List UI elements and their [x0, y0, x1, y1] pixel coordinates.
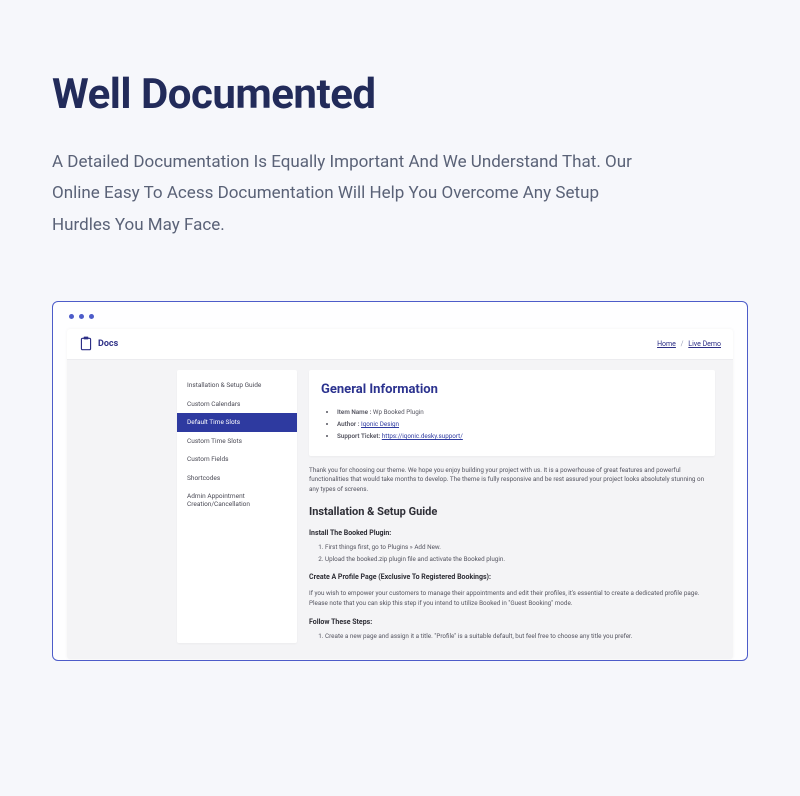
- sidebar-item-installation-setup[interactable]: Installation & Setup Guide: [177, 376, 297, 394]
- step-item: First things first, go to Plugins » Add …: [325, 543, 715, 553]
- docs-body: Installation & Setup Guide Custom Calend…: [67, 360, 733, 643]
- docs-brand-label: Docs: [98, 339, 118, 349]
- meta-value: Wp Booked Plugin: [373, 408, 424, 416]
- install-heading: Installation & Setup Guide: [309, 503, 715, 520]
- sidebar-item-label: Custom Time Slots: [187, 437, 242, 445]
- sidebar-item-label: Admin Appointment Creation/Cancellation: [187, 492, 250, 508]
- hero-title: Well Documented: [52, 70, 748, 119]
- install-subhead-1: Install The Booked Plugin:: [309, 528, 715, 539]
- intro-paragraph: Thank you for choosing our theme. We hop…: [309, 466, 715, 495]
- sidebar-item-label: Custom Calendars: [187, 400, 240, 408]
- install-steps-3: Create a new page and assign it a title.…: [325, 632, 715, 642]
- window-dot-icon: [79, 314, 84, 319]
- sidebar-item-label: Default Time Slots: [187, 418, 240, 426]
- sidebar-item-default-time-slots[interactable]: Default Time Slots: [177, 413, 297, 431]
- meta-label: Support Ticket:: [337, 432, 380, 440]
- sidebar-item-custom-fields[interactable]: Custom Fields: [177, 450, 297, 468]
- meta-item-name: Item Name : Wp Booked Plugin: [337, 408, 703, 418]
- sidebar-item-shortcodes[interactable]: Shortcodes: [177, 469, 297, 487]
- meta-author: Author : Iqonic Design: [337, 420, 703, 430]
- support-link[interactable]: https://iqonic.desky.support/: [382, 432, 463, 440]
- hero-subtitle: A Detailed Documentation Is Equally Impo…: [52, 147, 652, 241]
- docs-brand[interactable]: Docs: [79, 336, 118, 352]
- general-info-meta-list: Item Name : Wp Booked Plugin Author : Iq…: [337, 408, 703, 441]
- sidebar-item-admin-appointment[interactable]: Admin Appointment Creation/Cancellation: [177, 487, 297, 513]
- live-demo-link[interactable]: Live Demo: [688, 340, 721, 348]
- install-para-2: If you wish to empower your customers to…: [309, 589, 715, 609]
- docs-top-links: Home / Live Demo: [657, 340, 721, 348]
- step-item: Upload the booked.zip plugin file and ac…: [325, 555, 715, 565]
- meta-support: Support Ticket: https://iqonic.desky.sup…: [337, 432, 703, 442]
- docs-window: Docs Home / Live Demo Installation & Set…: [67, 329, 733, 659]
- sidebar-item-label: Installation & Setup Guide: [187, 381, 261, 389]
- link-separator: /: [681, 340, 684, 348]
- install-subhead-2: Create A Profile Page (Exclusive To Regi…: [309, 572, 715, 583]
- browser-frame: Docs Home / Live Demo Installation & Set…: [52, 301, 748, 661]
- home-link[interactable]: Home: [657, 340, 676, 348]
- docs-content: General Information Item Name : Wp Booke…: [309, 370, 715, 643]
- step-item: Create a new page and assign it a title.…: [325, 632, 715, 642]
- window-dots: [53, 302, 747, 329]
- sidebar-item-custom-calendars[interactable]: Custom Calendars: [177, 395, 297, 413]
- meta-label: Item Name :: [337, 408, 371, 416]
- sidebar-item-custom-time-slots[interactable]: Custom Time Slots: [177, 432, 297, 450]
- sidebar-item-label: Custom Fields: [187, 455, 228, 463]
- general-info-heading: General Information: [321, 380, 703, 400]
- general-info-card: General Information Item Name : Wp Booke…: [309, 370, 715, 455]
- install-subhead-3: Follow These Steps:: [309, 617, 715, 628]
- sidebar-item-label: Shortcodes: [187, 474, 220, 482]
- install-steps-1: First things first, go to Plugins » Add …: [325, 543, 715, 565]
- docs-topbar: Docs Home / Live Demo: [67, 329, 733, 360]
- meta-label: Author :: [337, 420, 359, 428]
- window-dot-icon: [69, 314, 74, 319]
- docs-sidebar: Installation & Setup Guide Custom Calend…: [177, 370, 297, 643]
- author-link[interactable]: Iqonic Design: [361, 420, 399, 428]
- clipboard-icon: [79, 336, 93, 352]
- window-dot-icon: [89, 314, 94, 319]
